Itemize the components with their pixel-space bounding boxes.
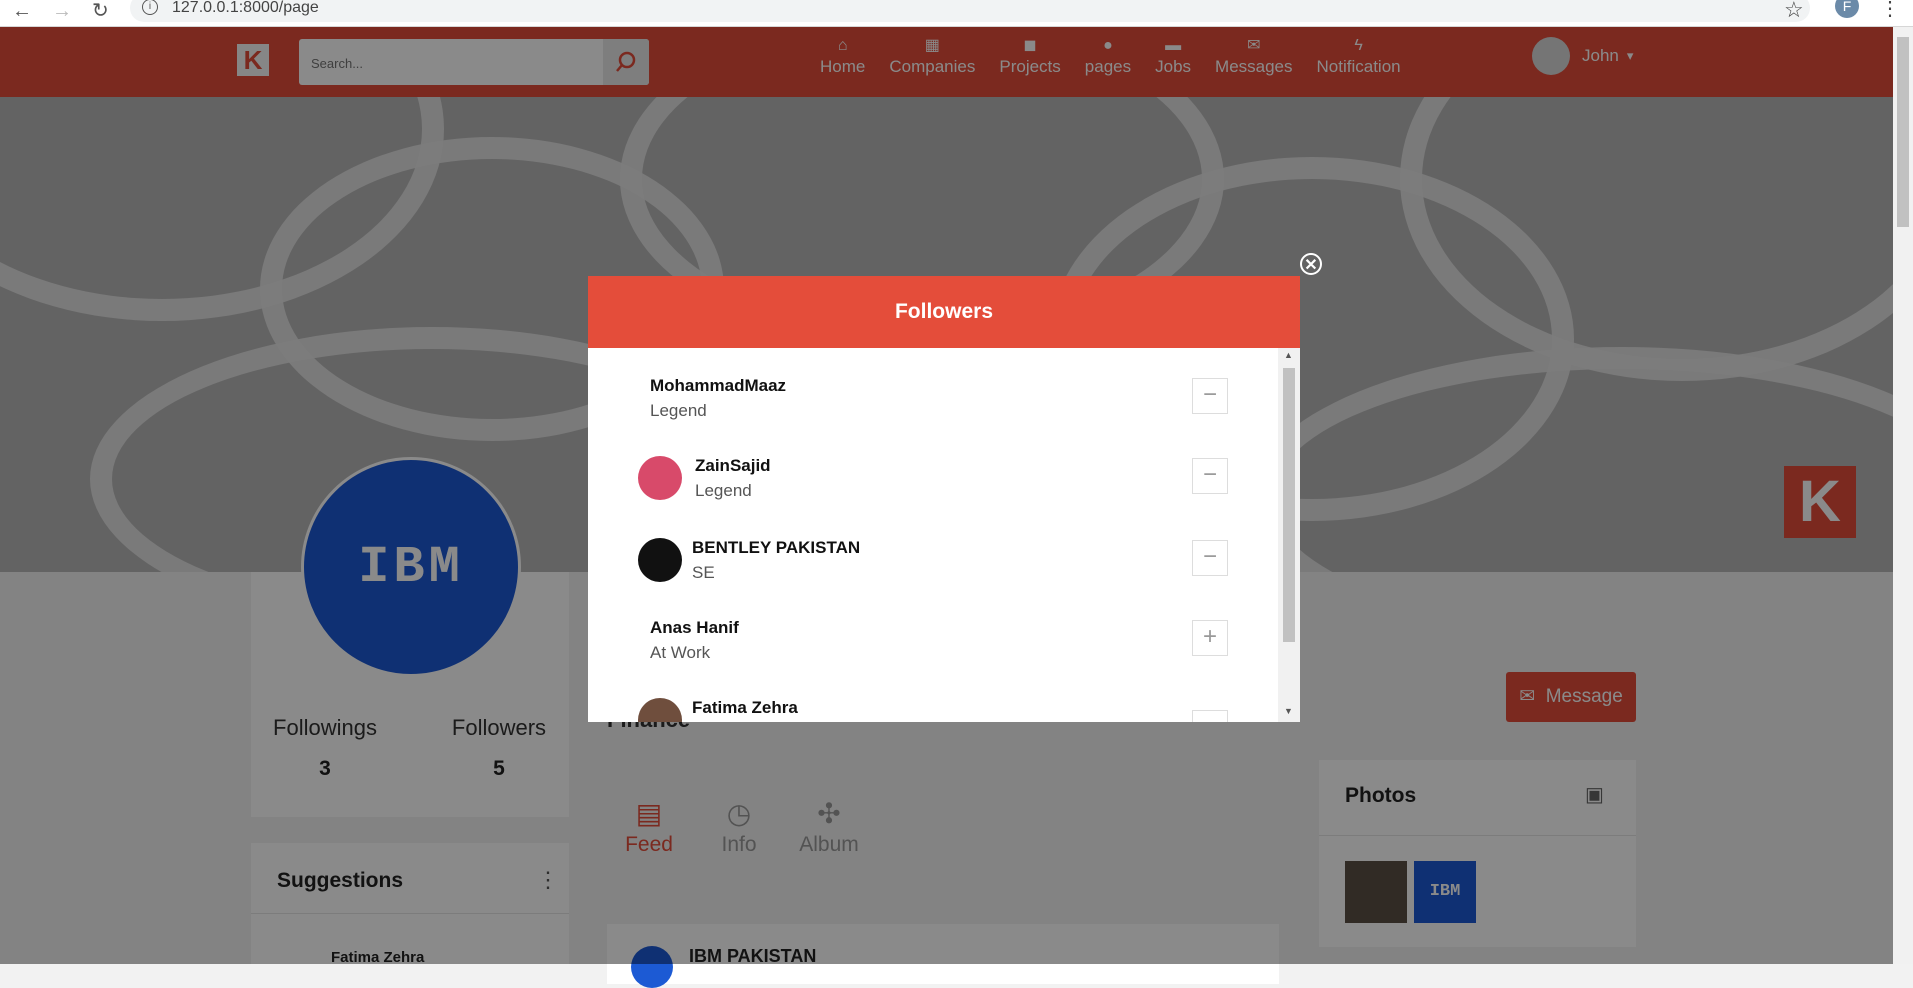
avatar: [638, 538, 682, 582]
follower-name[interactable]: MohammadMaaz: [650, 376, 786, 396]
follower-subtitle: Legend: [650, 401, 707, 420]
follow-button[interactable]: +: [1192, 620, 1228, 656]
unfollow-button[interactable]: −: [1192, 540, 1228, 576]
follower-subtitle: At Work: [650, 643, 711, 662]
list-item: Anas Hanif At Work +: [588, 604, 1278, 674]
bookmark-star-icon[interactable]: ☆: [1784, 0, 1804, 23]
modal-scrollbar[interactable]: ▲ ▼: [1278, 348, 1300, 722]
follower-name[interactable]: Anas Hanif: [650, 618, 739, 638]
scroll-up-icon[interactable]: ▲: [1284, 350, 1293, 360]
close-icon[interactable]: ✕: [1300, 253, 1322, 275]
followers-modal: Followers MohammadMaaz Legend − ZainSaji…: [588, 276, 1300, 722]
follower-subtitle: Legend: [695, 481, 752, 500]
followers-list: MohammadMaaz Legend − ZainSajid Legend −…: [588, 348, 1278, 722]
address-bar[interactable]: i 127.0.0.1:8000/page: [130, 0, 1810, 22]
avatar: [638, 698, 682, 722]
scroll-down-icon[interactable]: ▼: [1284, 706, 1293, 716]
scrollbar-thumb[interactable]: [1283, 368, 1295, 642]
url-text: 127.0.0.1:8000/page: [172, 0, 319, 16]
page-scrollbar[interactable]: [1893, 27, 1913, 964]
reload-icon[interactable]: ↻: [92, 1, 109, 21]
follower-name[interactable]: BENTLEY PAKISTAN: [692, 538, 860, 558]
list-item: MohammadMaaz Legend −: [588, 362, 1278, 432]
list-item: Fatima Zehra: [588, 684, 1278, 722]
scrollbar-thumb[interactable]: [1897, 37, 1909, 227]
list-item: ZainSajid Legend −: [588, 442, 1278, 512]
follower-name[interactable]: ZainSajid: [695, 456, 771, 476]
browser-profile-avatar[interactable]: F: [1835, 0, 1859, 18]
list-item: BENTLEY PAKISTAN SE −: [588, 524, 1278, 594]
back-icon[interactable]: ←: [12, 1, 32, 21]
unfollow-button[interactable]: −: [1192, 458, 1228, 494]
modal-title: Followers: [588, 276, 1300, 348]
follow-button[interactable]: [1192, 710, 1228, 722]
avatar: [638, 456, 682, 500]
follower-name[interactable]: Fatima Zehra: [692, 698, 798, 718]
follower-subtitle: SE: [692, 563, 715, 582]
browser-menu-icon[interactable]: ⋮: [1880, 0, 1900, 21]
browser-toolbar: ← → ↻ i 127.0.0.1:8000/page ☆ F ⋮: [0, 0, 1913, 27]
forward-icon[interactable]: →: [52, 1, 72, 21]
info-icon[interactable]: i: [142, 0, 158, 15]
unfollow-button[interactable]: −: [1192, 378, 1228, 414]
